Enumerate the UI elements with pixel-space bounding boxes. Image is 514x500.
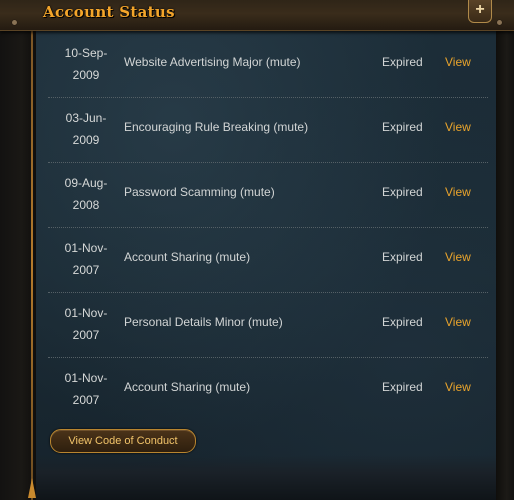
right-frame: [496, 0, 514, 500]
offence-date: 01-Nov- 2007: [64, 241, 108, 277]
offence-date: 03-Jun- 2009: [65, 111, 107, 147]
offence-date: 10-Sep- 2009: [64, 46, 108, 82]
offence-status: Expired: [382, 250, 423, 264]
offence-row: 01-Nov- 2007 Account Sharing (mute) Expi…: [48, 228, 488, 293]
view-link[interactable]: View: [445, 185, 471, 199]
view-link[interactable]: View: [445, 55, 471, 69]
view-link[interactable]: View: [445, 120, 471, 134]
rivet-icon: [12, 20, 17, 25]
panel-bottom-shade: [36, 455, 496, 500]
offence-date: 01-Nov- 2007: [64, 306, 108, 342]
panel-header: Account Status +: [0, 0, 514, 31]
offence-row: 10-Sep- 2009 Website Advertising Major (…: [48, 33, 488, 98]
offence-name: Encouraging Rule Breaking (mute): [124, 120, 309, 134]
offence-status: Expired: [382, 315, 423, 329]
offence-name: Personal Details Minor (mute): [124, 315, 283, 329]
offence-list: 10-Sep- 2009 Website Advertising Major (…: [48, 33, 488, 422]
offence-date: 01-Nov- 2007: [64, 371, 108, 407]
offence-row: 09-Aug- 2008 Password Scamming (mute) Ex…: [48, 163, 488, 228]
view-link[interactable]: View: [445, 315, 471, 329]
offence-status: Expired: [382, 120, 423, 134]
panel-title: Account Status: [43, 3, 175, 21]
offence-row: 01-Nov- 2007 Account Sharing (mute) Expi…: [48, 358, 488, 422]
offence-name: Password Scamming (mute): [124, 185, 275, 199]
view-link[interactable]: View: [445, 250, 471, 264]
gold-trim-tip: [28, 478, 36, 498]
offence-name: Account Sharing (mute): [124, 380, 251, 394]
view-code-of-conduct-button[interactable]: View Code of Conduct: [50, 429, 196, 453]
offence-row: 01-Nov- 2007 Personal Details Minor (mut…: [48, 293, 488, 358]
gold-trim-line: [31, 30, 33, 500]
offence-row: 03-Jun- 2009 Encouraging Rule Breaking (…: [48, 98, 488, 163]
offence-status: Expired: [382, 380, 423, 394]
offence-name: Account Sharing (mute): [124, 250, 251, 264]
offence-date: 09-Aug- 2008: [64, 176, 108, 212]
rivet-icon: [497, 20, 502, 25]
offence-name: Website Advertising Major (mute): [124, 55, 301, 69]
offence-status: Expired: [382, 55, 423, 69]
offence-status: Expired: [382, 185, 423, 199]
expand-button[interactable]: +: [468, 0, 492, 23]
view-link[interactable]: View: [445, 380, 471, 394]
